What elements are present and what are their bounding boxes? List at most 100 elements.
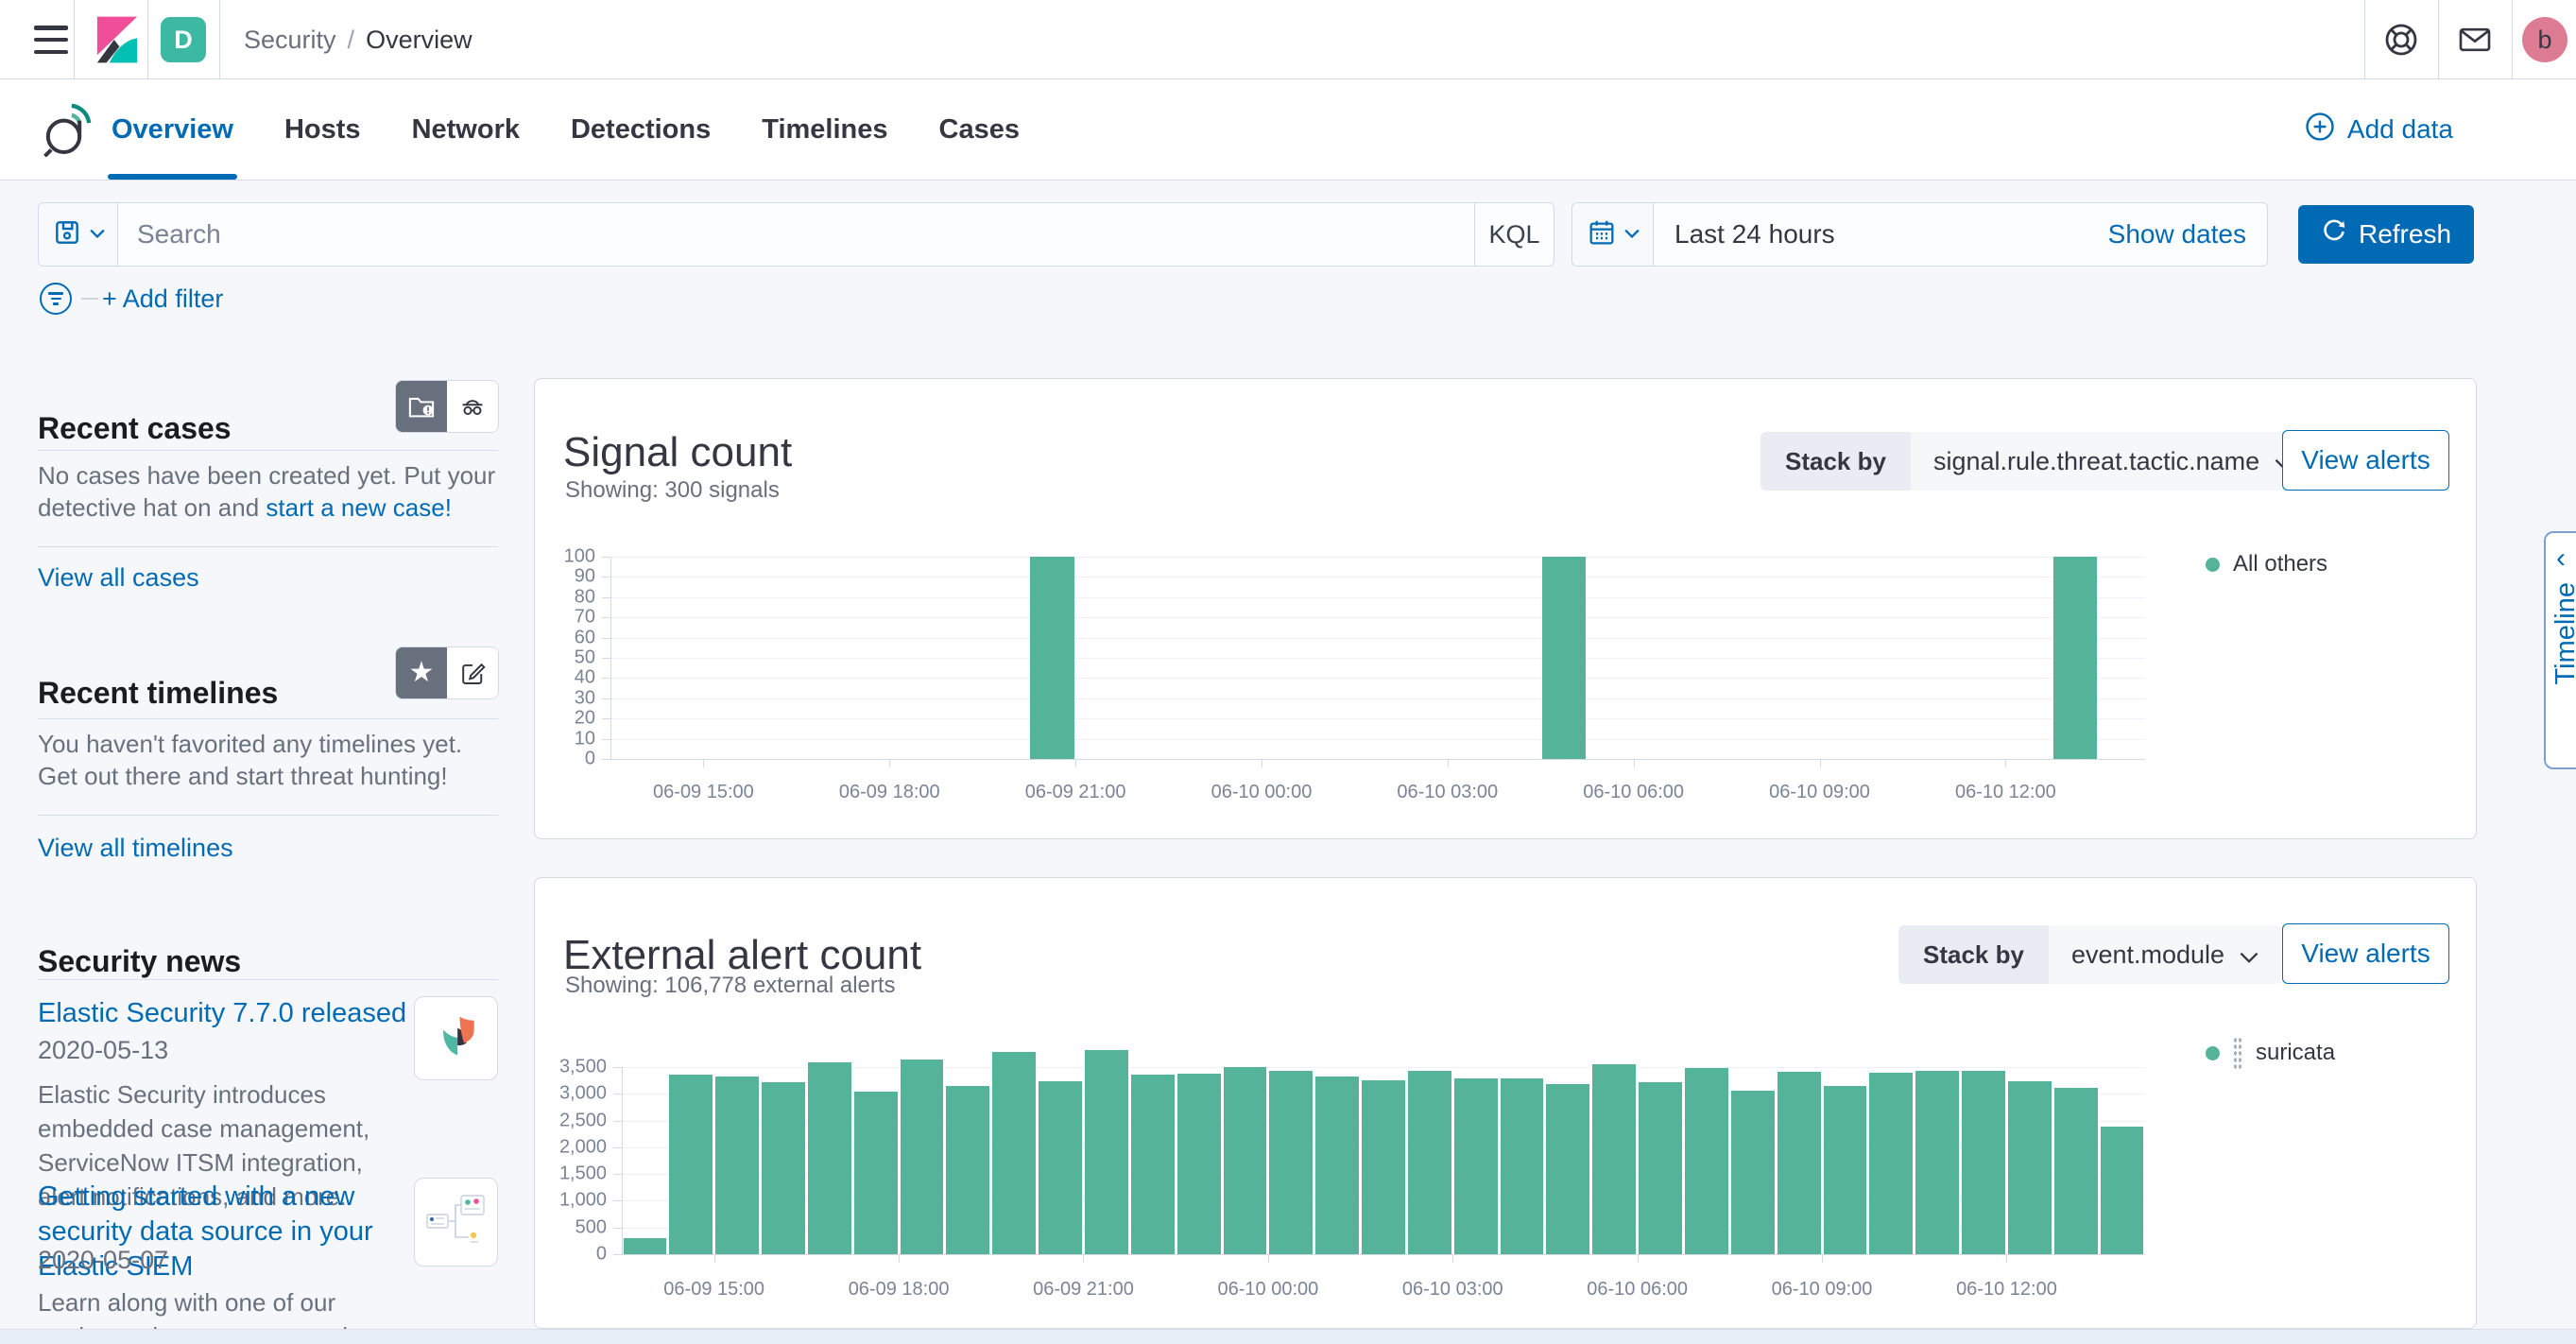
search-input[interactable] (118, 203, 1474, 266)
chart-bar[interactable] (1592, 1064, 1637, 1254)
chart-bar[interactable] (2007, 1080, 2052, 1254)
recent-timelines-edit-button[interactable] (447, 647, 498, 698)
chart-bar[interactable] (807, 1061, 851, 1254)
show-dates-button[interactable]: Show dates (2087, 203, 2267, 266)
tab-detections[interactable]: Detections (567, 79, 714, 180)
external-view-alerts-button[interactable]: View alerts (2282, 923, 2449, 984)
chart-bar[interactable] (900, 1059, 944, 1254)
chart-bar[interactable] (1269, 1070, 1314, 1254)
y-axis-label: 20 (574, 707, 595, 729)
chart-bar[interactable] (1039, 1081, 1082, 1254)
divider (147, 0, 148, 78)
timeline-bottom-bar[interactable] (0, 1329, 2576, 1344)
chart-bar[interactable] (1915, 1070, 1960, 1254)
y-axis-tick (613, 1227, 622, 1229)
x-axis-label: 06-10 06:00 (1583, 782, 1685, 802)
menu-icon[interactable] (34, 26, 68, 54)
y-axis-label: 50 (574, 646, 595, 668)
query-language-button[interactable]: KQL (1474, 203, 1554, 266)
timeline-flyout-tab[interactable]: ‹ Timeline (2544, 531, 2576, 769)
legend-label[interactable]: suricata (2256, 1040, 2335, 1066)
tab-timelines[interactable]: Timelines (758, 79, 891, 180)
chart-bar[interactable] (1500, 1078, 1544, 1254)
x-axis-tick (1452, 1254, 1454, 1263)
time-range-value[interactable]: Last 24 hours (1654, 203, 2087, 266)
chart-bar[interactable] (1823, 1086, 1867, 1254)
chart-bar[interactable] (1223, 1067, 1267, 1254)
recent-cases-my-button[interactable] (447, 381, 498, 432)
y-axis-label: 90 (574, 565, 595, 587)
recent-cases-toggle (395, 380, 499, 433)
chart-bar[interactable] (1962, 1070, 2005, 1254)
x-axis-label: 06-10 06:00 (1587, 1279, 1689, 1300)
chart-bar[interactable] (1639, 1082, 1682, 1254)
chart-bar[interactable] (1869, 1072, 1914, 1254)
chart-bar[interactable] (1084, 1050, 1128, 1254)
chart-bar[interactable] (2100, 1126, 2144, 1254)
x-axis-label: 06-10 09:00 (1769, 782, 1870, 802)
chart-bar[interactable] (1453, 1077, 1498, 1254)
tab-network[interactable]: Network (408, 79, 524, 180)
add-filter-button[interactable]: + Add filter (102, 284, 223, 314)
breadcrumb-section[interactable]: Security (244, 26, 336, 55)
chart-bar[interactable] (1685, 1068, 1728, 1254)
legend-label[interactable]: All others (2233, 551, 2327, 577)
filter-icon[interactable] (40, 283, 72, 315)
refresh-button[interactable]: Refresh (2298, 205, 2474, 264)
chart-bar[interactable] (1362, 1079, 1405, 1254)
user-avatar[interactable]: b (2522, 17, 2567, 62)
chart-bar[interactable] (1541, 557, 1586, 759)
refresh-icon (2321, 218, 2347, 251)
chart-bar[interactable] (1315, 1077, 1360, 1254)
start-new-case-link[interactable]: start a new case! (266, 493, 452, 522)
external-legend: suricata (2206, 1037, 2335, 1069)
external-stack-by-select[interactable]: event.module (2048, 925, 2282, 984)
chart-bar[interactable] (992, 1052, 1037, 1254)
security-overview-page: D Security / Overview b Overview Hosts N… (0, 0, 2576, 1344)
calendar-button[interactable] (1572, 203, 1654, 266)
refresh-label: Refresh (2358, 219, 2452, 249)
add-data-button[interactable]: Add data (2304, 79, 2453, 180)
tab-overview[interactable]: Overview (108, 79, 237, 180)
saved-queries-button[interactable] (39, 203, 118, 266)
divider (219, 0, 220, 78)
chart-bar[interactable] (715, 1077, 760, 1254)
chart-bar[interactable] (1407, 1070, 1451, 1254)
news-item-title[interactable]: Elastic Security 7.7.0 released (38, 996, 427, 1031)
chart-bar[interactable] (669, 1075, 713, 1254)
space-badge[interactable]: D (161, 17, 206, 62)
kibana-logo[interactable] (93, 15, 142, 69)
signal-stack-by-select[interactable]: signal.rule.threat.tactic.name (1910, 432, 2317, 491)
chart-bar[interactable] (623, 1238, 667, 1254)
chart-bar[interactable] (1730, 1090, 1775, 1254)
view-all-cases-link[interactable]: View all cases (38, 563, 199, 593)
mail-icon[interactable] (2456, 21, 2494, 59)
chart-bar[interactable] (2053, 1088, 2098, 1254)
view-all-timelines-link[interactable]: View all timelines (38, 834, 233, 863)
x-axis-tick (1637, 1254, 1639, 1263)
breadcrumb: Security / Overview (244, 0, 472, 79)
tab-cases[interactable]: Cases (936, 79, 1023, 180)
chart-bar[interactable] (1176, 1074, 1221, 1254)
chart-bar[interactable] (762, 1081, 805, 1254)
breadcrumb-page: Overview (366, 25, 472, 54)
x-axis-tick (2005, 759, 2007, 767)
chart-bar[interactable] (1030, 557, 1074, 759)
news-item-thumbnail[interactable] (414, 1178, 498, 1266)
chart-bar[interactable] (946, 1085, 990, 1254)
news-item-date: 2020-05-07 (38, 1246, 169, 1274)
news-item-thumbnail[interactable] (414, 996, 498, 1080)
star-icon: ★ (408, 657, 435, 688)
chart-bar[interactable] (1777, 1072, 1821, 1254)
favorite-timelines-button[interactable]: ★ (396, 647, 447, 698)
chart-bar[interactable] (853, 1092, 898, 1254)
y-axis-label: 70 (574, 606, 595, 628)
chart-bar[interactable] (2053, 557, 2098, 759)
help-icon[interactable] (2382, 21, 2420, 59)
y-axis-line (622, 1067, 623, 1254)
recent-cases-filter-button[interactable] (396, 381, 447, 432)
chart-bar[interactable] (1130, 1075, 1175, 1254)
tab-hosts[interactable]: Hosts (281, 79, 365, 180)
signal-view-alerts-button[interactable]: View alerts (2282, 430, 2449, 491)
chart-bar[interactable] (1546, 1084, 1590, 1254)
